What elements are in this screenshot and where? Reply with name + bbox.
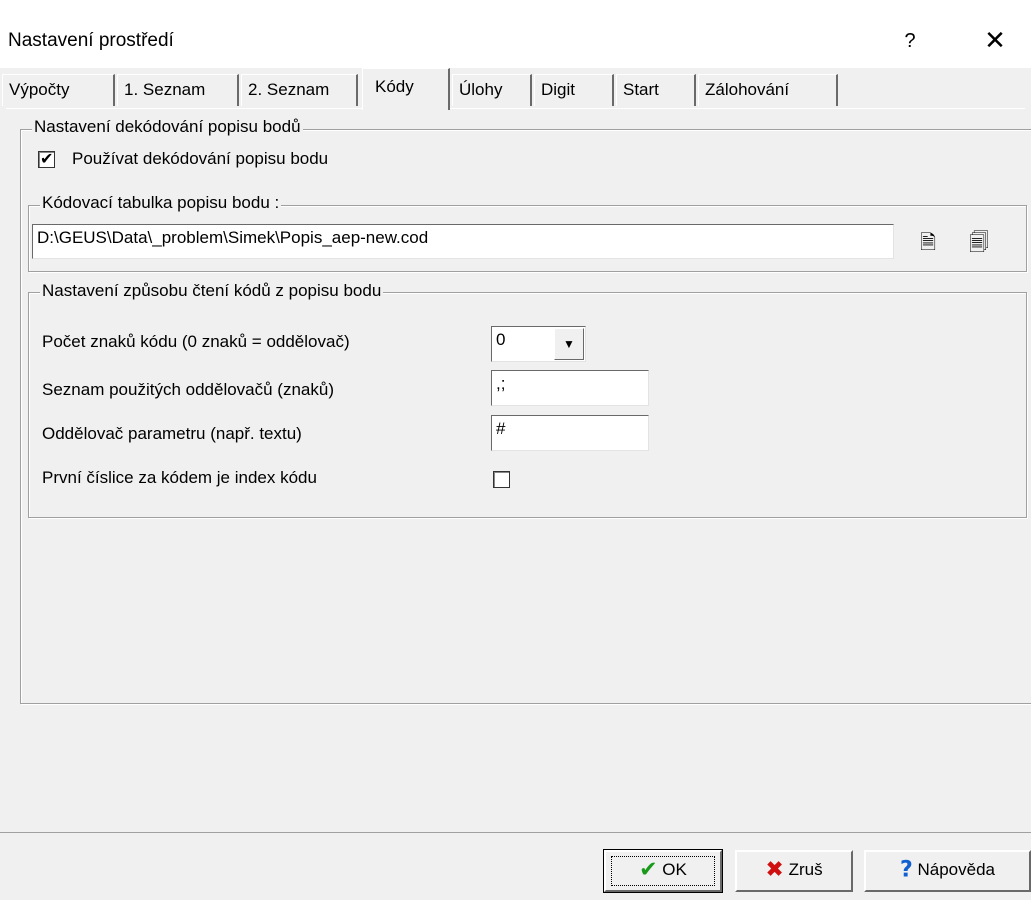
tab-ulohy[interactable]: Úlohy xyxy=(452,74,532,106)
separators-label: Seznam použitých oddělovačů (znaků) xyxy=(42,380,334,399)
tab-kody[interactable]: Kódy xyxy=(362,68,450,110)
use-decoding-label: Používat dekódování popisu bodu xyxy=(72,149,329,168)
checkmark-icon: ✔ xyxy=(40,149,54,168)
tab-seznam-2[interactable]: 2. Seznam xyxy=(241,74,358,106)
first-digit-label: První číslice za kódem je index kódu xyxy=(42,468,317,487)
chevron-down-icon[interactable]: ▼ xyxy=(554,328,584,360)
code-length-select[interactable]: 0 ▼ xyxy=(491,326,586,362)
help-title-button[interactable]: ? xyxy=(895,24,925,58)
tab-zalohovani[interactable]: Zálohování xyxy=(698,74,838,106)
file-open-icon[interactable]: 🗎 xyxy=(911,225,945,259)
help-button[interactable]: ? Nápověda xyxy=(864,850,1031,892)
help-label: Nápověda xyxy=(917,860,995,879)
title-bar: Nastavení prostředí ? ✕ xyxy=(0,0,1031,68)
ok-button[interactable]: ✔ OK xyxy=(603,849,723,893)
tab-vypocty[interactable]: Výpočty xyxy=(2,74,115,106)
cancel-label: Zruš xyxy=(788,860,823,879)
focus-rect xyxy=(611,856,715,886)
first-digit-checkbox[interactable] xyxy=(493,471,510,488)
x-icon: ✖ xyxy=(765,857,784,883)
code-table-path-field[interactable]: D:\GEUS\Data\_problem\Simek\Popis_aep-ne… xyxy=(32,224,894,259)
param-separator-field[interactable]: # xyxy=(491,415,649,451)
decoding-group-label: Nastavení dekódování popisu bodů xyxy=(32,117,303,137)
separators-field[interactable]: ,; xyxy=(491,370,649,406)
tab-start[interactable]: Start xyxy=(616,74,696,106)
close-button[interactable]: ✕ xyxy=(975,24,1015,58)
use-decoding-checkbox[interactable]: ✔ xyxy=(38,149,55,168)
code-length-label: Počet znaků kódu (0 znaků = oddělovač) xyxy=(42,332,350,351)
window-title: Nastavení prostředí xyxy=(8,30,174,51)
file-edit-icon[interactable]: 🗐 xyxy=(962,225,996,259)
tab-seznam-1[interactable]: 1. Seznam xyxy=(117,74,239,106)
param-separator-label: Oddělovač parametru (např. textu) xyxy=(42,424,302,443)
tab-digit[interactable]: Digit xyxy=(534,74,614,106)
code-table-group-label: Kódovací tabulka popisu bodu : xyxy=(40,193,282,213)
code-length-value: 0 xyxy=(496,330,506,349)
cancel-button[interactable]: ✖ Zruš xyxy=(735,850,853,892)
tab-strip: Výpočty 1. Seznam 2. Seznam Kódy Úlohy D… xyxy=(0,68,1031,110)
question-icon: ? xyxy=(899,857,913,883)
reading-group-label: Nastavení způsobu čtení kódů z popisu bo… xyxy=(40,281,384,301)
